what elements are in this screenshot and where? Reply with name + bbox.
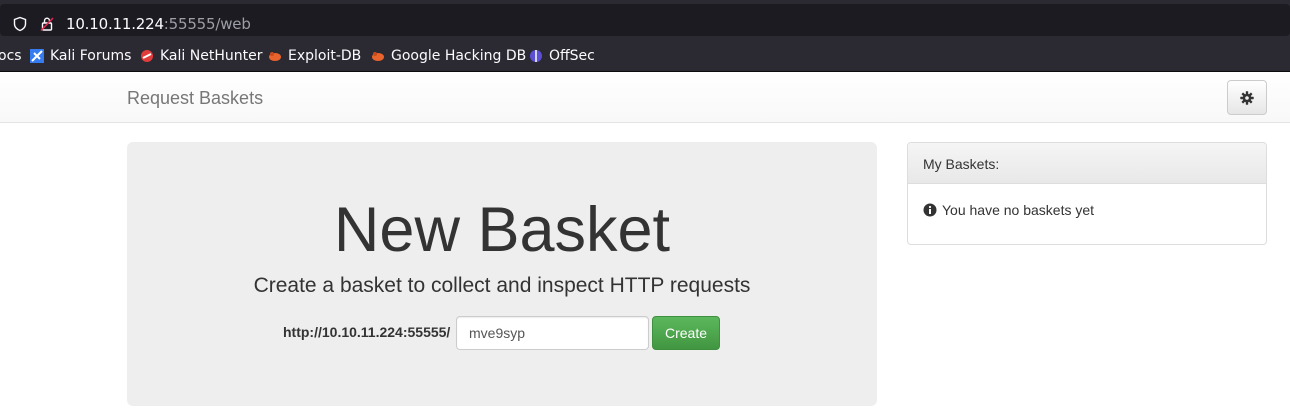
insecure-lock-icon[interactable] [39, 16, 55, 32]
navbar: Request Baskets [0, 72, 1290, 123]
settings-button[interactable] [1227, 80, 1267, 115]
gear-icon [1240, 90, 1254, 105]
bookmark-docs[interactable]: ocs [0, 47, 22, 65]
basket-name-input[interactable] [456, 316, 649, 350]
bookmark-label: Exploit-DB [288, 48, 362, 64]
browser-toolbar: 10.10.11.224:55555/web [0, 0, 1290, 40]
bookmark-label: Kali Forums [50, 48, 132, 64]
bookmark-label: Google Hacking DB [391, 48, 527, 64]
new-basket-jumbotron: New Basket Create a basket to collect an… [127, 142, 877, 406]
kali-nethunter-icon [141, 50, 153, 62]
create-button[interactable]: Create [652, 316, 720, 350]
panel-heading: My Baskets: [908, 143, 1266, 184]
google-hacking-db-icon [372, 52, 384, 61]
bookmark-google-hacking-db[interactable]: Google Hacking DB [371, 47, 526, 65]
my-baskets-panel: My Baskets: You have no baskets yet [907, 142, 1267, 245]
url-host: 10.10.11.224 [66, 15, 164, 33]
bookmark-kali-forums[interactable]: Kali Forums [30, 47, 131, 65]
exploit-db-icon [269, 52, 281, 61]
url-path: :55555/web [163, 15, 251, 33]
navbar-brand[interactable]: Request Baskets [127, 88, 263, 109]
url-text[interactable]: 10.10.11.224:55555/web [66, 15, 251, 33]
address-bar[interactable]: 10.10.11.224:55555/web [0, 4, 1290, 36]
bookmark-exploit-db[interactable]: Exploit-DB [268, 47, 361, 65]
panel-body: You have no baskets yet [923, 202, 1094, 218]
bookmarks-bar: ocs Kali Forums Kali NetHunter Exploit-D… [0, 40, 1290, 72]
bookmark-label: Kali NetHunter [160, 48, 263, 64]
kali-forums-icon [30, 49, 44, 63]
page-subtitle: Create a basket to collect and inspect H… [253, 274, 751, 297]
basket-url-prefix: http://10.10.11.224:55555/ [283, 324, 451, 340]
bookmark-label: OffSec [549, 48, 595, 64]
empty-baskets-message: You have no baskets yet [942, 202, 1095, 218]
bookmark-label: ocs [0, 48, 22, 64]
shield-icon[interactable] [12, 16, 28, 32]
bookmark-offsec[interactable]: OffSec [529, 47, 595, 65]
page-title: New Basket [333, 195, 671, 265]
offsec-icon [530, 50, 542, 62]
bookmark-kali-nethunter[interactable]: Kali NetHunter [140, 47, 262, 65]
info-circle-icon [923, 203, 937, 217]
